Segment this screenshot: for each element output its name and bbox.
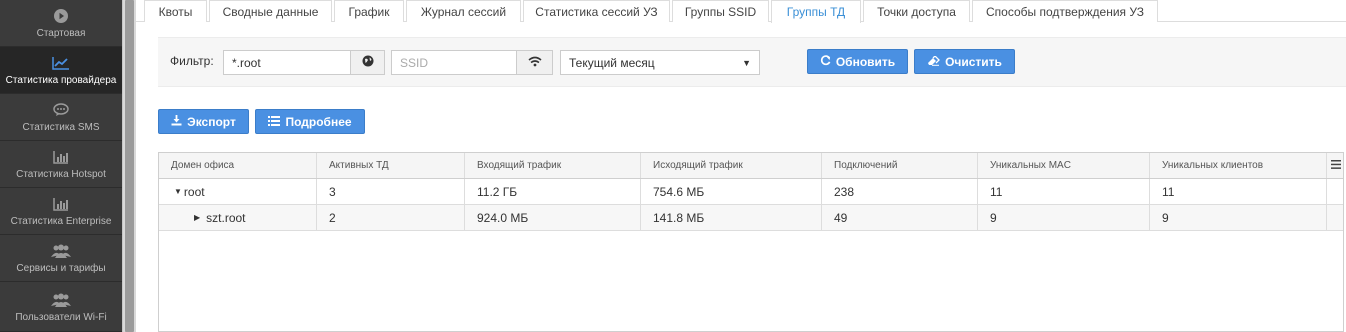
cell-domain: ▶ szt.root [159,205,317,230]
users-icon [51,291,71,309]
cell-connections: 238 [822,179,978,204]
tab-ap-groups[interactable]: Группы ТД [771,0,861,23]
domain-name: root [183,184,205,199]
table-row[interactable]: ▼ root 3 11.2 ГБ 754.6 МБ 238 11 11 [159,179,1343,205]
table-header-row: Домен офиса Активных ТД Входящий трафик … [159,153,1343,179]
cell-unique-mac: 9 [978,205,1150,230]
sidebar-item-label: Статистика Enterprise [10,216,112,227]
domain-name: szt.root [206,210,246,225]
cell-incoming: 11.2 ГБ [465,179,641,204]
column-header-unique-mac[interactable]: Уникальных MAC [978,153,1150,178]
users-icon [51,242,71,260]
tab-bar: Квоты Сводные данные График Журнал сесси… [136,0,1346,23]
bar-chart-icon [53,148,69,166]
cell-outgoing: 754.6 МБ [641,179,822,204]
cell-active-ap: 3 [317,179,465,204]
cell-incoming: 924.0 МБ [465,205,641,230]
sidebar-item-start[interactable]: Стартовая [0,0,122,47]
details-button[interactable]: Подробнее [255,109,365,134]
period-select[interactable]: Текущий месяц ▼ [560,50,760,75]
cell-connections: 49 [822,205,978,230]
column-header-outgoing-traffic[interactable]: Исходящий трафик [641,153,822,178]
refresh-icon [820,54,831,69]
filter-label: Фильтр: [170,54,214,68]
column-header-unique-clients[interactable]: Уникальных клиентов [1150,153,1327,178]
ap-groups-table: Домен офиса Активных ТД Входящий трафик … [158,152,1344,332]
sidebar-item-label: Стартовая [36,28,86,39]
tab-session-log[interactable]: Журнал сессий [406,0,521,22]
sidebar: Стартовая Статистика провайдера Статисти… [0,0,122,332]
sidebar-item-label: Статистика провайдера [5,75,117,86]
cell-active-ap: 2 [317,205,465,230]
eraser-icon [927,54,940,69]
caret-down-icon: ▼ [742,57,751,68]
domain-picker-button[interactable] [350,50,385,75]
sidebar-item-label: Статистика SMS [22,122,100,133]
table-row[interactable]: ▶ szt.root 2 924.0 МБ 141.8 МБ 49 9 9 [159,205,1343,231]
column-header-active-ap[interactable]: Активных ТД [317,153,465,178]
cell-outgoing: 141.8 МБ [641,205,822,230]
sidebar-scrollbar-thumb[interactable] [125,0,134,332]
cell-unique-clients: 9 [1150,205,1327,230]
sidebar-item-services-tariffs[interactable]: Сервисы и тарифы [0,235,122,282]
sidebar-item-sms-stats[interactable]: Статистика SMS [0,94,122,141]
bar-chart-icon [53,195,69,213]
clear-button[interactable]: Очистить [914,49,1015,74]
tab-graph[interactable]: График [334,0,404,22]
domain-filter-input[interactable]: *.root [223,50,351,75]
cell-unique-clients: 11 [1150,179,1327,204]
cell-unique-mac: 11 [978,179,1150,204]
sidebar-item-label: Статистика Hotspot [16,169,106,180]
ssid-filter-input[interactable]: SSID [391,50,517,75]
chat-bubble-icon [53,101,69,119]
tab-account-session-stats[interactable]: Статистика сессий УЗ [523,0,670,22]
column-menu-button[interactable] [1327,153,1343,178]
period-select-value: Текущий месяц [569,55,655,70]
tab-access-points[interactable]: Точки доступа [863,0,970,22]
export-button[interactable]: Экспорт [158,109,249,134]
sidebar-item-label: Сервисы и тарифы [16,263,106,274]
tab-summary[interactable]: Сводные данные [209,0,332,22]
sidebar-item-enterprise-stats[interactable]: Статистика Enterprise [0,188,122,235]
hamburger-menu-icon [1331,159,1341,172]
cell-domain: ▼ root [159,179,317,204]
ssid-picker-button[interactable] [516,50,553,75]
globe-icon [362,55,374,70]
expand-collapse-toggle[interactable]: ▼ [174,187,182,196]
sidebar-item-wifi-users[interactable]: Пользователи Wi-Fi [0,282,122,332]
line-chart-icon [52,54,70,72]
clear-label: Очистить [945,54,1002,69]
tab-quotas[interactable]: Квоты [144,0,207,22]
sidebar-item-hotspot-stats[interactable]: Статистика Hotspot [0,141,122,188]
tab-ssid-groups[interactable]: Группы SSID [672,0,769,22]
tab-account-confirmation-methods[interactable]: Способы подтверждения УЗ [972,0,1158,22]
refresh-button[interactable]: Обновить [807,49,908,74]
column-header-incoming-traffic[interactable]: Входящий трафик [465,153,641,178]
sidebar-item-label: Пользователи Wi-Fi [15,311,107,323]
expand-collapse-toggle[interactable]: ▶ [194,213,200,222]
wifi-icon [527,56,542,70]
app-window: Стартовая Статистика провайдера Статисти… [0,0,1346,332]
refresh-label: Обновить [835,54,896,69]
column-header-office-domain[interactable]: Домен офиса [159,153,317,178]
download-icon [171,114,182,129]
export-label: Экспорт [187,114,236,129]
column-header-connections[interactable]: Подключений [822,153,978,178]
sidebar-item-provider-stats[interactable]: Статистика провайдера [0,47,122,94]
details-label: Подробнее [285,114,352,129]
list-icon [268,115,281,129]
play-circle-icon [53,7,69,25]
